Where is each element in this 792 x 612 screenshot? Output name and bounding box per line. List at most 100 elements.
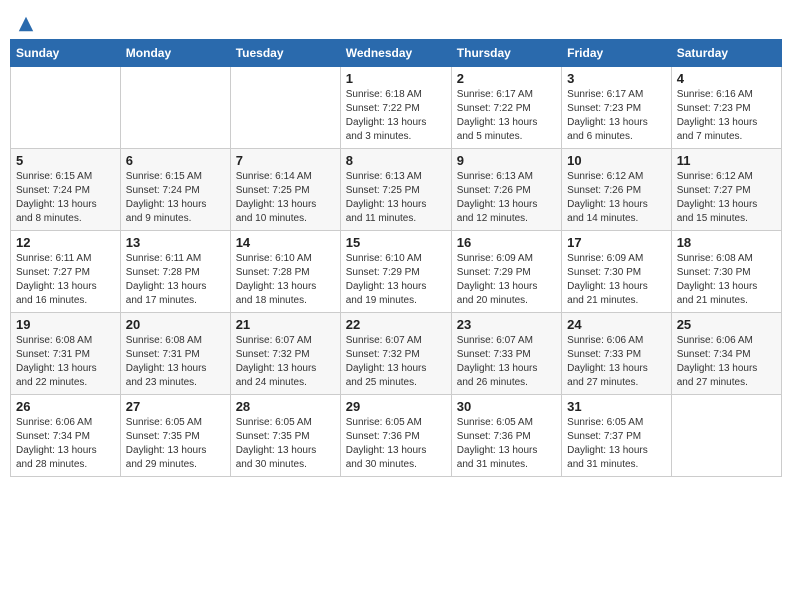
cell-sun-info: Sunrise: 6:09 AMSunset: 7:29 PMDaylight:… <box>457 252 556 308</box>
cell-sun-info: Sunrise: 6:10 AMSunset: 7:29 PMDaylight:… <box>346 252 446 308</box>
calendar-cell: 27 Sunrise: 6:05 AMSunset: 7:35 PMDayligh… <box>120 395 230 477</box>
calendar-cell: 5 Sunrise: 6:15 AMSunset: 7:24 PMDaylight… <box>11 149 121 231</box>
cell-date-number: 22 <box>346 317 446 332</box>
cell-sun-info: Sunrise: 6:12 AMSunset: 7:27 PMDaylight:… <box>677 170 776 226</box>
cell-date-number: 20 <box>126 317 225 332</box>
calendar-cell: 26Sunrise: 6:06 AMSunset: 7:34 PMDayligh… <box>11 395 121 477</box>
day-header: Monday <box>120 40 230 67</box>
cell-sun-info: Sunrise: 6:06 AMSunset: 7:34 PMDaylight:… <box>16 416 115 472</box>
calendar-cell: 18 Sunrise: 6:08 AMSunset: 7:30 PMDayligh… <box>671 231 781 313</box>
calendar-cell: 21Sunrise: 6:07 AMSunset: 7:32 PMDayligh… <box>230 313 340 395</box>
cell-date-number: 27 <box>126 399 225 414</box>
cell-date-number: 4 <box>677 71 776 86</box>
calendar-cell: 16Sunrise: 6:09 AMSunset: 7:29 PMDayligh… <box>451 231 561 313</box>
calendar-cell <box>120 67 230 149</box>
day-header: Wednesday <box>340 40 451 67</box>
cell-date-number: 28 <box>236 399 335 414</box>
cell-date-number: 30 <box>457 399 556 414</box>
cell-sun-info: Sunrise: 6:06 AMSunset: 7:34 PMDaylight:… <box>677 334 776 390</box>
calendar-cell: 3 Sunrise: 6:17 AMSunset: 7:23 PMDaylight… <box>562 67 672 149</box>
cell-sun-info: Sunrise: 6:15 AMSunset: 7:24 PMDaylight:… <box>126 170 225 226</box>
cell-date-number: 23 <box>457 317 556 332</box>
cell-sun-info: Sunrise: 6:10 AMSunset: 7:28 PMDaylight:… <box>236 252 335 308</box>
cell-date-number: 9 <box>457 153 556 168</box>
calendar-cell: 11 Sunrise: 6:12 AMSunset: 7:27 PMDayligh… <box>671 149 781 231</box>
calendar-cell: 15 Sunrise: 6:10 AMSunset: 7:29 PMDayligh… <box>340 231 451 313</box>
cell-sun-info: Sunrise: 6:06 AMSunset: 7:33 PMDaylight:… <box>567 334 666 390</box>
cell-date-number: 11 <box>677 153 776 168</box>
page-header <box>10 10 782 29</box>
day-header: Saturday <box>671 40 781 67</box>
calendar-cell: 13Sunrise: 6:11 AMSunset: 7:28 PMDayligh… <box>120 231 230 313</box>
calendar-week-row: 19 Sunrise: 6:08 AMSunset: 7:31 PMDayligh… <box>11 313 782 395</box>
cell-date-number: 10 <box>567 153 666 168</box>
cell-date-number: 2 <box>457 71 556 86</box>
cell-sun-info: Sunrise: 6:05 AMSunset: 7:36 PMDaylight:… <box>457 416 556 472</box>
cell-sun-info: Sunrise: 6:15 AMSunset: 7:24 PMDaylight:… <box>16 170 115 226</box>
cell-date-number: 8 <box>346 153 446 168</box>
cell-date-number: 15 <box>346 235 446 250</box>
cell-date-number: 17 <box>567 235 666 250</box>
calendar-cell: 30 Sunrise: 6:05 AMSunset: 7:36 PMDayligh… <box>451 395 561 477</box>
cell-date-number: 3 <box>567 71 666 86</box>
cell-date-number: 5 <box>16 153 115 168</box>
cell-sun-info: Sunrise: 6:14 AMSunset: 7:25 PMDaylight:… <box>236 170 335 226</box>
calendar-cell: 4 Sunrise: 6:16 AMSunset: 7:23 PMDaylight… <box>671 67 781 149</box>
calendar-table: SundayMondayTuesdayWednesdayThursdayFrid… <box>10 39 782 477</box>
cell-sun-info: Sunrise: 6:05 AMSunset: 7:35 PMDaylight:… <box>126 416 225 472</box>
calendar-cell: 8 Sunrise: 6:13 AMSunset: 7:25 PMDaylight… <box>340 149 451 231</box>
calendar-cell: 9 Sunrise: 6:13 AMSunset: 7:26 PMDaylight… <box>451 149 561 231</box>
cell-date-number: 1 <box>346 71 446 86</box>
cell-sun-info: Sunrise: 6:07 AMSunset: 7:32 PMDaylight:… <box>236 334 335 390</box>
calendar-cell <box>230 67 340 149</box>
cell-sun-info: Sunrise: 6:09 AMSunset: 7:30 PMDaylight:… <box>567 252 666 308</box>
cell-sun-info: Sunrise: 6:17 AMSunset: 7:23 PMDaylight:… <box>567 88 666 144</box>
calendar-week-row: 1 Sunrise: 6:18 AMSunset: 7:22 PMDaylight… <box>11 67 782 149</box>
calendar-cell: 29Sunrise: 6:05 AMSunset: 7:36 PMDayligh… <box>340 395 451 477</box>
cell-sun-info: Sunrise: 6:05 AMSunset: 7:36 PMDaylight:… <box>346 416 446 472</box>
cell-date-number: 31 <box>567 399 666 414</box>
calendar-header: SundayMondayTuesdayWednesdayThursdayFrid… <box>11 40 782 67</box>
cell-sun-info: Sunrise: 6:16 AMSunset: 7:23 PMDaylight:… <box>677 88 776 144</box>
cell-sun-info: Sunrise: 6:08 AMSunset: 7:31 PMDaylight:… <box>126 334 225 390</box>
calendar-cell: 22 Sunrise: 6:07 AMSunset: 7:32 PMDayligh… <box>340 313 451 395</box>
calendar-body: 1 Sunrise: 6:18 AMSunset: 7:22 PMDaylight… <box>11 67 782 477</box>
cell-sun-info: Sunrise: 6:12 AMSunset: 7:26 PMDaylight:… <box>567 170 666 226</box>
cell-sun-info: Sunrise: 6:18 AMSunset: 7:22 PMDaylight:… <box>346 88 446 144</box>
header-row: SundayMondayTuesdayWednesdayThursdayFrid… <box>11 40 782 67</box>
calendar-cell: 17 Sunrise: 6:09 AMSunset: 7:30 PMDayligh… <box>562 231 672 313</box>
calendar-cell <box>11 67 121 149</box>
calendar-cell: 14 Sunrise: 6:10 AMSunset: 7:28 PMDayligh… <box>230 231 340 313</box>
calendar-cell <box>671 395 781 477</box>
cell-date-number: 18 <box>677 235 776 250</box>
calendar-cell: 6Sunrise: 6:15 AMSunset: 7:24 PMDaylight… <box>120 149 230 231</box>
calendar-week-row: 26Sunrise: 6:06 AMSunset: 7:34 PMDayligh… <box>11 395 782 477</box>
cell-date-number: 12 <box>16 235 115 250</box>
cell-date-number: 24 <box>567 317 666 332</box>
cell-sun-info: Sunrise: 6:17 AMSunset: 7:22 PMDaylight:… <box>457 88 556 144</box>
cell-sun-info: Sunrise: 6:11 AMSunset: 7:27 PMDaylight:… <box>16 252 115 308</box>
calendar-cell: 31 Sunrise: 6:05 AMSunset: 7:37 PMDayligh… <box>562 395 672 477</box>
logo-icon <box>17 15 35 33</box>
cell-date-number: 25 <box>677 317 776 332</box>
calendar-cell: 20 Sunrise: 6:08 AMSunset: 7:31 PMDayligh… <box>120 313 230 395</box>
cell-date-number: 19 <box>16 317 115 332</box>
calendar-cell: 19 Sunrise: 6:08 AMSunset: 7:31 PMDayligh… <box>11 313 121 395</box>
logo <box>15 15 35 29</box>
day-header: Friday <box>562 40 672 67</box>
cell-date-number: 7 <box>236 153 335 168</box>
cell-sun-info: Sunrise: 6:07 AMSunset: 7:32 PMDaylight:… <box>346 334 446 390</box>
cell-sun-info: Sunrise: 6:07 AMSunset: 7:33 PMDaylight:… <box>457 334 556 390</box>
day-header: Tuesday <box>230 40 340 67</box>
day-header: Thursday <box>451 40 561 67</box>
calendar-cell: 12 Sunrise: 6:11 AMSunset: 7:27 PMDayligh… <box>11 231 121 313</box>
cell-sun-info: Sunrise: 6:05 AMSunset: 7:37 PMDaylight:… <box>567 416 666 472</box>
cell-sun-info: Sunrise: 6:08 AMSunset: 7:30 PMDaylight:… <box>677 252 776 308</box>
cell-sun-info: Sunrise: 6:13 AMSunset: 7:25 PMDaylight:… <box>346 170 446 226</box>
cell-sun-info: Sunrise: 6:13 AMSunset: 7:26 PMDaylight:… <box>457 170 556 226</box>
cell-sun-info: Sunrise: 6:08 AMSunset: 7:31 PMDaylight:… <box>16 334 115 390</box>
cell-date-number: 14 <box>236 235 335 250</box>
calendar-week-row: 12 Sunrise: 6:11 AMSunset: 7:27 PMDayligh… <box>11 231 782 313</box>
calendar-cell: 1 Sunrise: 6:18 AMSunset: 7:22 PMDaylight… <box>340 67 451 149</box>
calendar-cell: 23 Sunrise: 6:07 AMSunset: 7:33 PMDayligh… <box>451 313 561 395</box>
